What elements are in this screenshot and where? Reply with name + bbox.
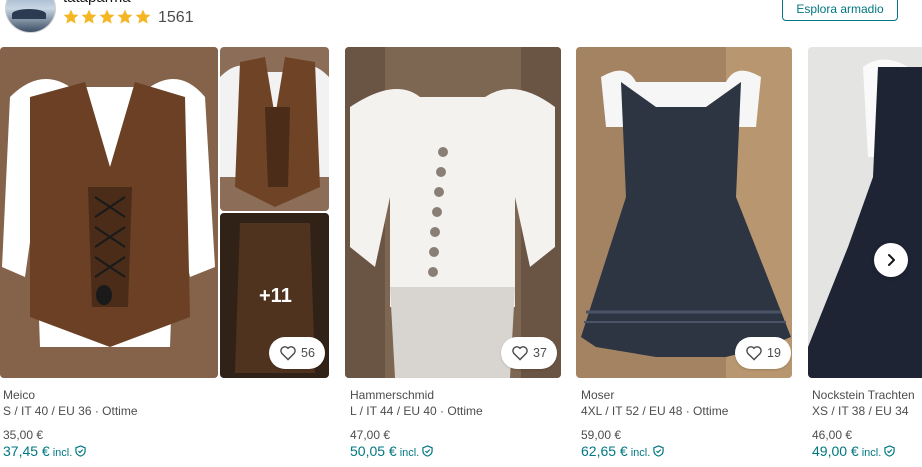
price-incl-label: incl.: [861, 447, 882, 459]
item-price: 46,00 €: [812, 428, 853, 442]
price-incl-label: incl.: [52, 447, 73, 459]
carousel-next-button[interactable]: [874, 243, 908, 277]
star-icon: [99, 9, 115, 24]
dirndl-photo: [576, 47, 792, 378]
item-main-photo[interactable]: [345, 47, 561, 378]
favourite-button[interactable]: 56: [269, 337, 325, 369]
favourite-button[interactable]: 19: [735, 337, 791, 369]
buyer-protection-icon: [884, 445, 895, 457]
chevron-right-icon: [888, 254, 895, 266]
item-details: L / IT 44 / EU 40 · Ottime: [350, 404, 483, 418]
seller-header: tataparma 1561 Esplora armadio: [0, 0, 922, 40]
item-price-incl[interactable]: 37,45 € incl.: [3, 443, 86, 459]
item-main-photo[interactable]: [576, 47, 792, 378]
item-details: XS / IT 38 / EU 34: [812, 404, 909, 418]
heart-icon: [512, 346, 528, 361]
review-count: 1561: [158, 9, 194, 26]
buyer-protection-icon: [422, 445, 433, 457]
seller-name[interactable]: tataparma: [63, 0, 131, 6]
rating-stars: [62, 8, 152, 26]
item-thumbnail-photo[interactable]: [220, 47, 329, 211]
price-incl-value: 37,45 €: [3, 443, 50, 459]
vest-photo: [0, 47, 218, 378]
star-icon: [81, 9, 97, 24]
star-icon: [63, 9, 79, 24]
item-brand[interactable]: Nockstein Trachten: [812, 388, 915, 402]
star-icon: [135, 9, 151, 24]
heart-icon: [746, 346, 762, 361]
favourite-count: 37: [533, 346, 547, 360]
price-incl-value: 49,00 €: [812, 443, 859, 459]
explore-wardrobe-button[interactable]: Esplora armadio: [782, 0, 898, 21]
item-price-incl[interactable]: 62,65 € incl.: [581, 443, 664, 459]
seller-avatar[interactable]: [5, 0, 56, 33]
item-price: 47,00 €: [350, 428, 391, 442]
heart-icon: [280, 346, 296, 361]
favourite-button[interactable]: 37: [501, 337, 557, 369]
item-main-photo[interactable]: [0, 47, 218, 378]
item-price-incl[interactable]: 50,05 € incl.: [350, 443, 433, 459]
item-brand[interactable]: Moser: [581, 388, 614, 402]
price-incl-label: incl.: [399, 447, 420, 459]
price-incl-value: 50,05 €: [350, 443, 397, 459]
buyer-protection-icon: [75, 445, 86, 457]
price-incl-value: 62,65 €: [581, 443, 628, 459]
dirndl-photo: [808, 47, 922, 378]
favourite-count: 19: [767, 346, 781, 360]
item-details: S / IT 40 / EU 36 · Ottime: [3, 404, 138, 418]
vest-thumbnail: [220, 47, 329, 211]
item-price: 35,00 €: [3, 428, 44, 442]
item-price-incl[interactable]: 49,00 € incl.: [812, 443, 895, 459]
item-brand[interactable]: Hammerschmid: [350, 388, 434, 402]
item-price: 59,00 €: [581, 428, 622, 442]
more-photos-count: +11: [259, 285, 292, 307]
favourite-count: 56: [301, 346, 315, 360]
item-brand[interactable]: Meico: [3, 388, 35, 402]
buyer-protection-icon: [653, 445, 664, 457]
item-details: 4XL / IT 52 / EU 48 · Ottime: [581, 404, 729, 418]
blouse-photo: [345, 47, 561, 378]
price-incl-label: incl.: [630, 447, 651, 459]
item-main-photo[interactable]: [808, 47, 922, 378]
star-icon: [117, 9, 133, 24]
